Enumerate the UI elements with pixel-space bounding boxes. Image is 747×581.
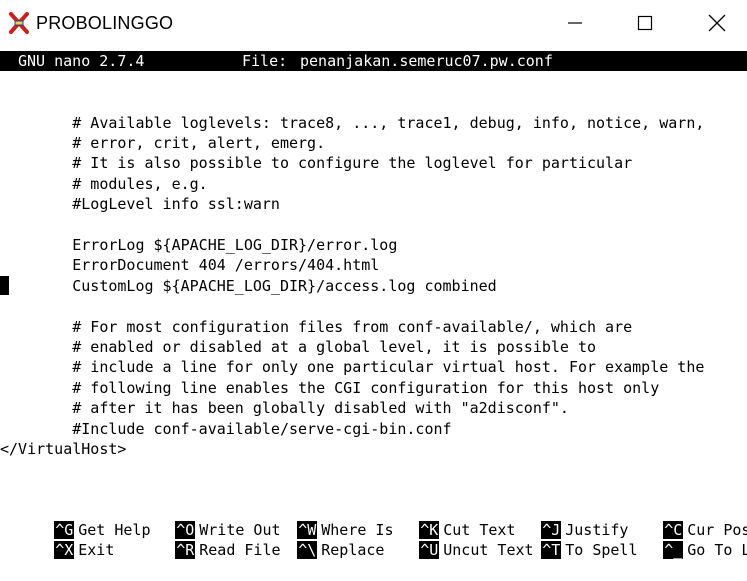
- shortcut-key: ^X: [54, 541, 75, 560]
- maximize-button[interactable]: [622, 0, 668, 46]
- shortcut-label: Exit: [78, 541, 115, 560]
- title-bar[interactable]: PROBOLINGGO: [0, 0, 747, 46]
- close-icon: [708, 14, 726, 32]
- editor-line: # enabled or disabled at a global level,…: [0, 338, 597, 356]
- nano-file-label: File:: [242, 52, 288, 70]
- putty-x-icon: [9, 12, 29, 34]
- shortcut-exit[interactable]: ^X Exit: [0, 520, 114, 560]
- editor-line: ErrorLog ${APACHE_LOG_DIR}/error.log: [0, 236, 398, 254]
- close-button[interactable]: [694, 0, 740, 46]
- editor-line: # It is also possible to configure the l…: [0, 154, 633, 172]
- shortcut-key: ^R: [175, 541, 196, 560]
- minimize-icon: [568, 22, 582, 24]
- editor-line: # include a line for only one particular…: [0, 358, 705, 376]
- editor-line: CustomLog ${APACHE_LOG_DIR}/access.log c…: [0, 277, 497, 295]
- minimize-button[interactable]: [552, 0, 598, 46]
- shortcut-label: Go To Line: [687, 541, 747, 560]
- window-title: PROBOLINGGO: [36, 13, 174, 33]
- editor-line: # Available loglevels: trace8, ..., trac…: [0, 114, 705, 132]
- nano-version: GNU nano 2.7.4: [18, 52, 145, 70]
- terminal-window: PROBOLINGGO GNU nano 2.7.4 File: penanja…: [0, 0, 747, 560]
- shortcut-replace[interactable]: ^\ Replace: [243, 520, 384, 560]
- terminal-area[interactable]: GNU nano 2.7.4 File: penanjakan.semeruc0…: [0, 51, 747, 560]
- editor-line: #Include conf-available/serve-cgi-bin.co…: [0, 420, 452, 438]
- editor-line: # following line enables the CGI configu…: [0, 379, 660, 397]
- editor-line: # after it has been globally disabled wi…: [0, 399, 569, 417]
- shortcut-key: ^T: [541, 541, 562, 560]
- editor-line: #LogLevel info ssl:warn: [0, 195, 280, 213]
- editor-line: # modules, e.g.: [0, 175, 208, 193]
- shortcut-key: ^_: [663, 541, 684, 560]
- editor-line: ErrorDocument 404 /errors/404.html: [0, 256, 380, 274]
- shortcut-key: ^U: [419, 541, 440, 560]
- shortcut-key: ^\: [297, 541, 318, 560]
- shortcut-justify[interactable]: ^J Justify: [487, 500, 628, 540]
- shortcut-cur-pos[interactable]: ^C Cur Pos: [609, 500, 747, 540]
- shortcut-go-to-line[interactable]: ^_Go To Line: [609, 520, 747, 560]
- nano-file-name: penanjakan.semeruc07.pw.conf: [300, 52, 553, 70]
- maximize-icon: [637, 15, 653, 31]
- editor-line: # error, crit, alert, emerg.: [0, 134, 326, 152]
- editor-line: # For most configuration files from conf…: [0, 318, 633, 336]
- nano-header: GNU nano 2.7.4 File: penanjakan.semeruc0…: [0, 51, 747, 71]
- editor-line: </VirtualHost>: [0, 440, 127, 458]
